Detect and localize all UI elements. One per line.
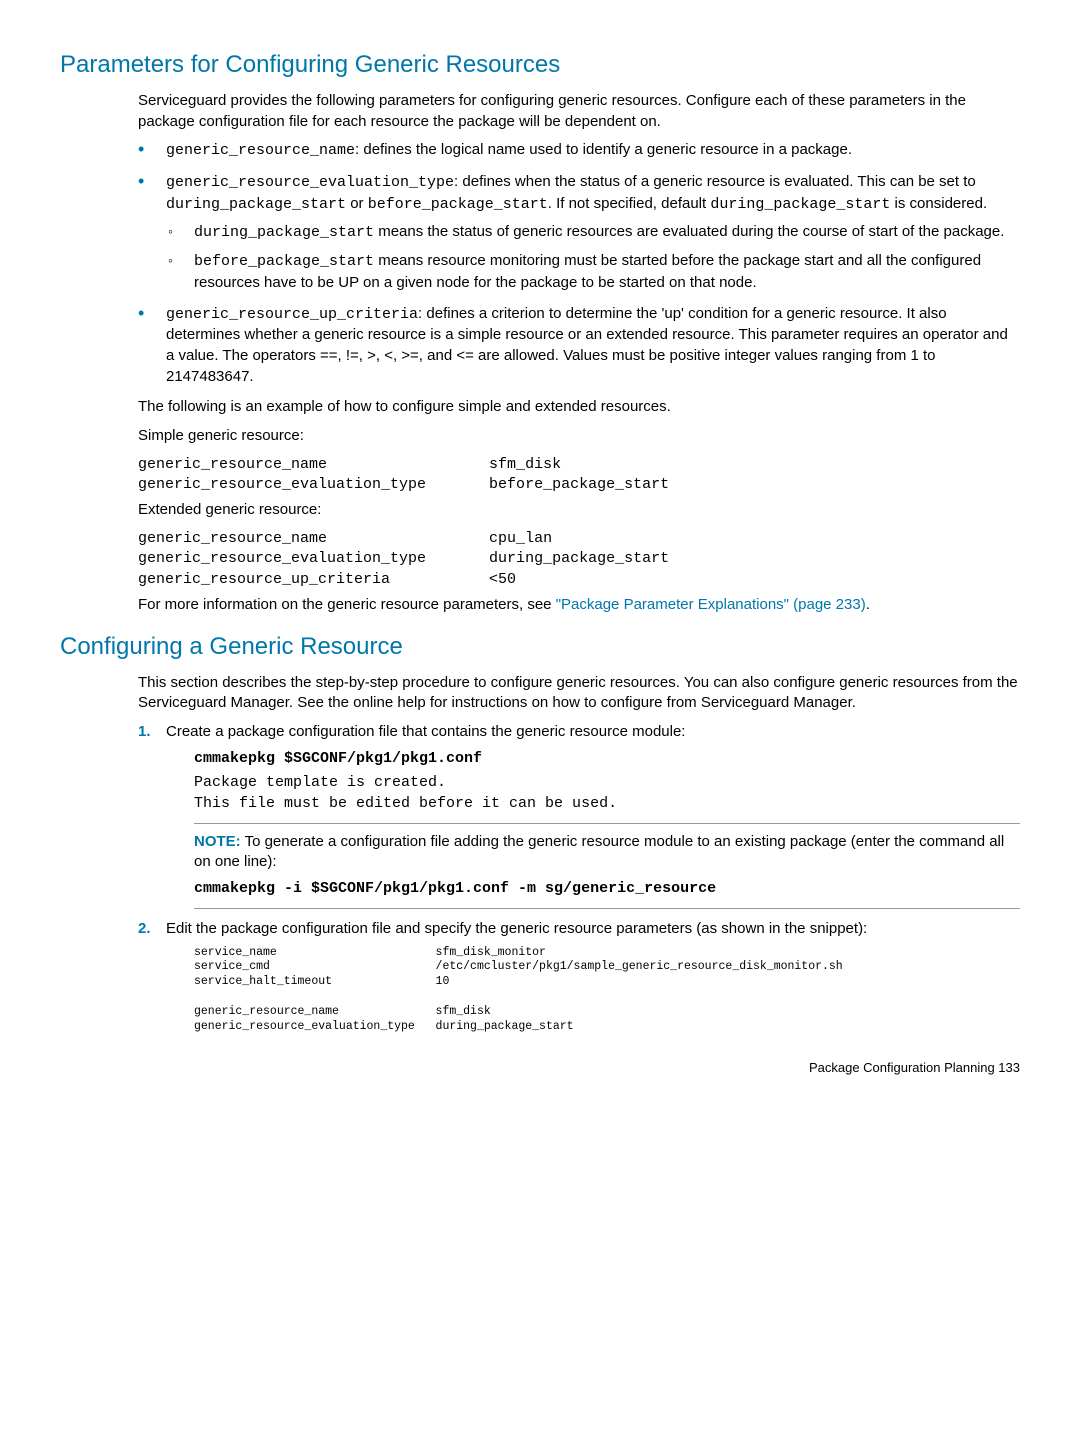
extended-label: Extended generic resource: bbox=[138, 500, 1020, 521]
step2-snippet: service_name sfm_disk_monitor service_cm… bbox=[194, 946, 1020, 1036]
section1-intro: Serviceguard provides the following para… bbox=[138, 91, 1020, 132]
section1-bullet-list: generic_resource_name: defines the logic… bbox=[138, 140, 1020, 387]
step-1: 1. Create a package configuration file t… bbox=[138, 722, 1020, 909]
step2-number: 2. bbox=[138, 919, 151, 940]
link-package-parameter-explanations[interactable]: "Package Parameter Explanations" (page 2… bbox=[556, 596, 866, 613]
sub-before-package-start: before_package_start means resource moni… bbox=[166, 251, 1020, 293]
step1-command: cmmakepkg $SGCONF/pkg1/pkg1.conf bbox=[194, 749, 1020, 770]
step1-output: Package template is created. This file m… bbox=[194, 773, 1020, 814]
bullet-generic-resource-name: generic_resource_name: defines the logic… bbox=[138, 140, 1020, 162]
note-command: cmmakepkg -i $SGCONF/pkg1/pkg1.conf -m s… bbox=[194, 879, 1020, 900]
example-intro: The following is an example of how to co… bbox=[138, 397, 1020, 418]
note-box: NOTE: To generate a configuration file a… bbox=[194, 823, 1020, 909]
bullet-up-criteria: generic_resource_up_criteria: defines a … bbox=[138, 304, 1020, 388]
steps-list: 1. Create a package configuration file t… bbox=[138, 722, 1020, 1035]
code-up-criteria: generic_resource_up_criteria bbox=[166, 306, 418, 323]
code-evaluation-type: generic_resource_evaluation_type bbox=[166, 174, 454, 191]
section1-heading: Parameters for Configuring Generic Resou… bbox=[60, 48, 1020, 81]
sub-during-package-start: during_package_start means the status of… bbox=[166, 222, 1020, 244]
section2-heading: Configuring a Generic Resource bbox=[60, 630, 1020, 663]
extended-code-block: generic_resource_name cpu_lan generic_re… bbox=[138, 529, 1020, 591]
section2-intro: This section describes the step-by-step … bbox=[138, 673, 1020, 714]
step1-number: 1. bbox=[138, 722, 151, 743]
bullet-evaluation-type: generic_resource_evaluation_type: define… bbox=[138, 172, 1020, 293]
step1-text: Create a package configuration file that… bbox=[166, 723, 685, 740]
simple-code-block: generic_resource_name sfm_disk generic_r… bbox=[138, 455, 1020, 496]
note-text: To generate a configuration file adding … bbox=[194, 833, 1004, 871]
sub-bullet-list: during_package_start means the status of… bbox=[166, 222, 1020, 294]
more-info-paragraph: For more information on the generic reso… bbox=[138, 595, 1020, 616]
step-2: 2. Edit the package configuration file a… bbox=[138, 919, 1020, 1035]
code-generic-resource-name: generic_resource_name bbox=[166, 142, 355, 159]
step2-text: Edit the package configuration file and … bbox=[166, 920, 867, 937]
simple-label: Simple generic resource: bbox=[138, 426, 1020, 447]
note-label: NOTE: bbox=[194, 833, 241, 850]
page-footer: Package Configuration Planning 133 bbox=[60, 1059, 1020, 1077]
text-item1: : defines the logical name used to ident… bbox=[355, 141, 852, 158]
